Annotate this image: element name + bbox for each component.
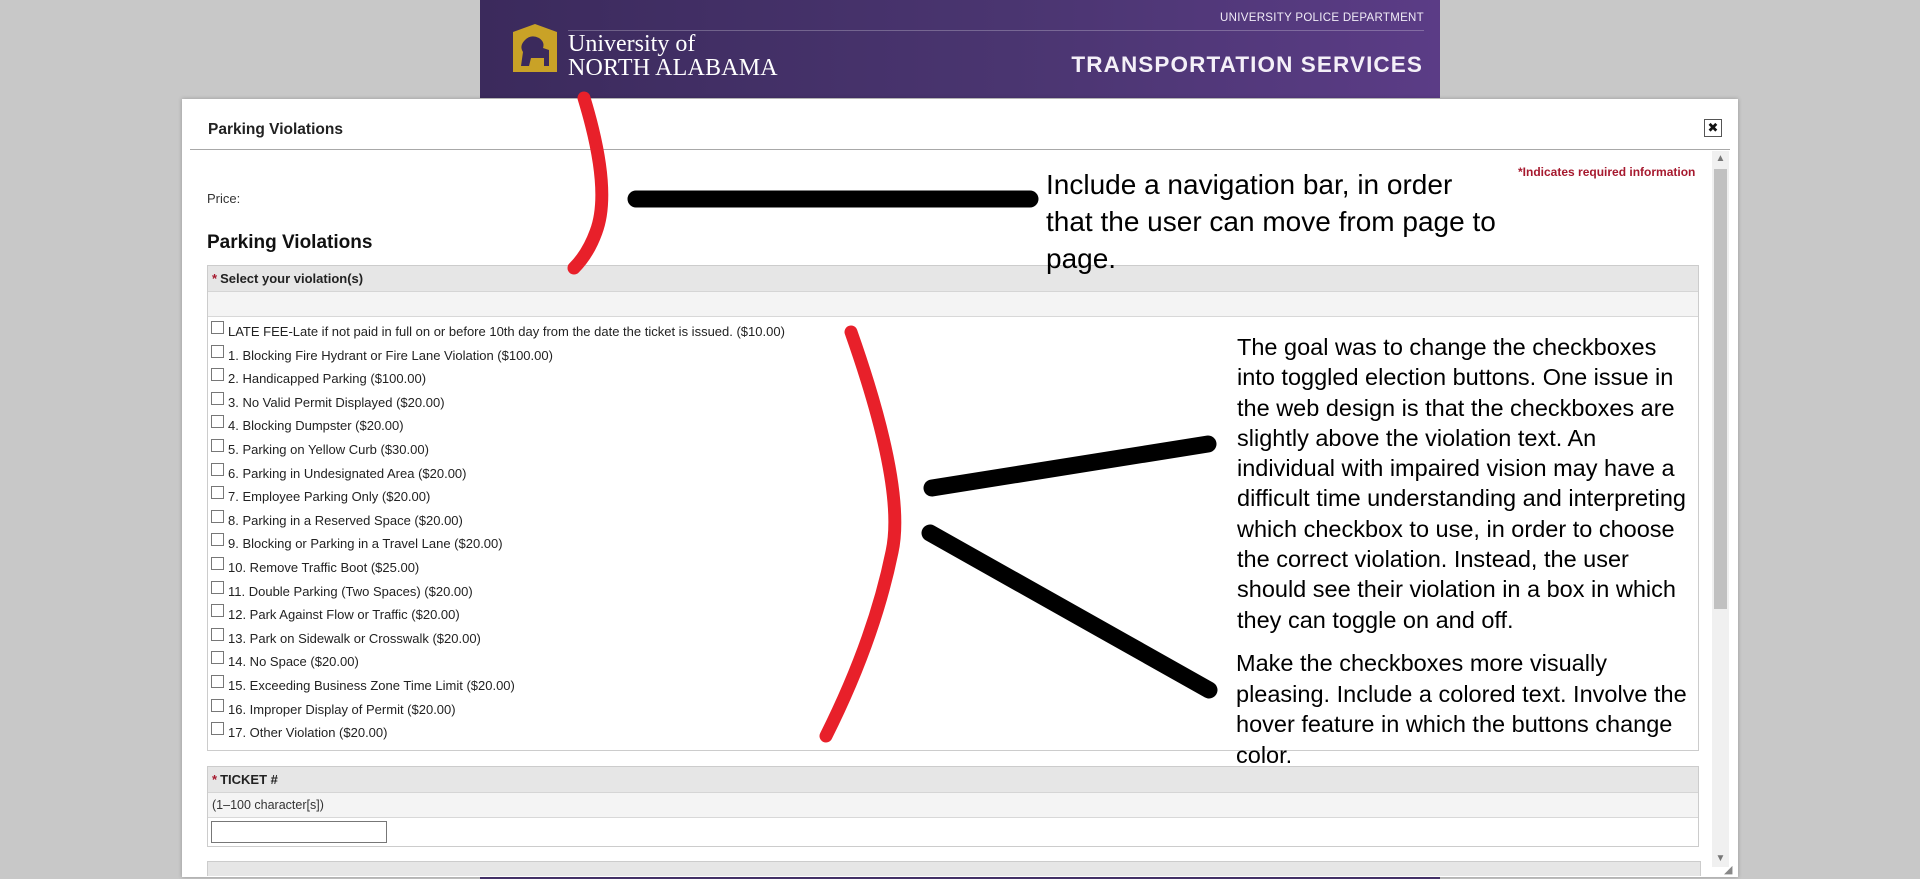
- violation-label: 3. No Valid Permit Displayed ($20.00): [228, 394, 445, 410]
- required-note: *Indicates required information: [1518, 165, 1696, 179]
- next-group-header: [207, 861, 1701, 876]
- violation-label: 8. Parking in a Reserved Space ($20.00): [228, 512, 463, 528]
- violation-item: 17. Other Violation ($20.00): [211, 722, 1698, 746]
- violation-item: 11. Double Parking (Two Spaces) ($20.00): [211, 580, 1698, 605]
- violation-label: 4. Blocking Dumpster ($20.00): [228, 418, 404, 434]
- violation-item: 16. Improper Display of Permit ($20.00): [211, 698, 1698, 723]
- violation-item: 3. No Valid Permit Displayed ($20.00): [211, 391, 1698, 416]
- lion-logo-icon: [513, 24, 557, 72]
- violation-checkbox[interactable]: [211, 344, 224, 358]
- violation-checkbox[interactable]: [211, 415, 224, 429]
- parking-violations-modal: Parking Violations ✖ *Indicates required…: [182, 99, 1738, 877]
- violation-label: 16. Improper Display of Permit ($20.00): [228, 701, 456, 717]
- violation-item: 9. Blocking or Parking in a Travel Lane …: [211, 533, 1698, 557]
- ticket-label-text: TICKET #: [220, 772, 278, 787]
- ticket-group-label: * TICKET #: [208, 767, 1698, 793]
- header-banner: University of NORTH ALABAMA UNIVERSITY P…: [480, 0, 1440, 98]
- violation-label: 11. Double Parking (Two Spaces) ($20.00): [228, 583, 473, 599]
- violation-checkbox[interactable]: [211, 627, 224, 641]
- violation-item: 8. Parking in a Reserved Space ($20.00): [211, 509, 1698, 534]
- violation-checkbox[interactable]: [211, 674, 224, 688]
- violation-label: 12. Park Against Flow or Traffic ($20.00…: [228, 607, 460, 623]
- violation-checkbox[interactable]: [211, 722, 224, 736]
- violation-item: 6. Parking in Undesignated Area ($20.00): [211, 462, 1698, 487]
- violation-label: 13. Park on Sidewalk or Crosswalk ($20.0…: [228, 630, 481, 646]
- violation-checkbox[interactable]: [211, 438, 224, 452]
- violation-item: 7. Employee Parking Only ($20.00): [211, 486, 1698, 510]
- modal-content: *Indicates required information Price: P…: [182, 99, 1712, 877]
- required-star: *: [212, 772, 218, 787]
- section-heading: Parking Violations: [207, 232, 373, 253]
- violation-checkbox[interactable]: [211, 533, 224, 547]
- violation-item: 15. Exceeding Business Zone Time Limit (…: [211, 674, 1698, 699]
- violation-checkbox[interactable]: [211, 368, 224, 382]
- violation-checkbox[interactable]: [211, 509, 224, 523]
- violation-checkbox[interactable]: [211, 698, 224, 712]
- violation-item: 2. Handicapped Parking ($100.00): [211, 368, 1698, 392]
- violation-item: 12. Park Against Flow or Traffic ($20.00…: [211, 604, 1698, 628]
- scroll-up-icon[interactable]: ▲: [1712, 151, 1729, 167]
- violation-label: 5. Parking on Yellow Curb ($30.00): [228, 441, 429, 457]
- violation-checkbox[interactable]: [211, 486, 224, 500]
- violations-group: * Select your violation(s) LATE FEE-Late …: [207, 265, 1699, 751]
- violation-item: LATE FEE-Late if not paid in full on or …: [211, 321, 1698, 345]
- university-name: University of NORTH ALABAMA: [568, 32, 778, 80]
- violation-item: 5. Parking on Yellow Curb ($30.00): [211, 438, 1698, 463]
- violations-list: LATE FEE-Late if not paid in full on or …: [208, 317, 1698, 748]
- violations-label-text: Select your violation(s): [220, 271, 364, 286]
- university-of: University of: [568, 31, 696, 57]
- violation-item: 14. No Space ($20.00): [211, 651, 1698, 675]
- violation-label: 1. Blocking Fire Hydrant or Fire Lane Vi…: [228, 347, 553, 363]
- violation-item: 13. Park on Sidewalk or Crosswalk ($20.0…: [211, 627, 1698, 652]
- violation-label: 7. Employee Parking Only ($20.00): [228, 489, 431, 505]
- violation-item: 1. Blocking Fire Hydrant or Fire Lane Vi…: [211, 344, 1698, 369]
- resize-grip-icon[interactable]: ◢: [1724, 863, 1732, 876]
- university-na: NORTH ALABAMA: [568, 55, 778, 81]
- ticket-hint: (1–100 character[s]): [208, 793, 1698, 818]
- department-name: UNIVERSITY POLICE DEPARTMENT: [1220, 12, 1424, 24]
- vertical-scrollbar[interactable]: ▲ ▼: [1712, 151, 1729, 867]
- violation-label: 17. Other Violation ($20.00): [228, 725, 388, 741]
- violation-label: 10. Remove Traffic Boot ($25.00): [228, 559, 420, 575]
- violation-label: 9. Blocking or Parking in a Travel Lane …: [228, 536, 503, 552]
- violation-checkbox[interactable]: [211, 556, 224, 570]
- violation-label: LATE FEE-Late if not paid in full on or …: [228, 324, 785, 339]
- ticket-group: * TICKET # (1–100 character[s]): [207, 766, 1699, 847]
- violation-checkbox[interactable]: [211, 651, 224, 665]
- violation-checkbox[interactable]: [211, 580, 224, 594]
- violation-label: 15. Exceeding Business Zone Time Limit (…: [228, 677, 515, 693]
- violations-subheader: [208, 292, 1698, 317]
- scroll-thumb[interactable]: [1714, 169, 1727, 609]
- violation-item: 4. Blocking Dumpster ($20.00): [211, 415, 1698, 439]
- violation-item: 10. Remove Traffic Boot ($25.00): [211, 556, 1698, 581]
- violation-label: 2. Handicapped Parking ($100.00): [228, 371, 427, 387]
- violation-checkbox[interactable]: [211, 321, 224, 334]
- violation-checkbox[interactable]: [211, 604, 224, 618]
- price-label: Price:: [207, 191, 241, 206]
- violation-label: 14. No Space ($20.00): [228, 654, 359, 670]
- violation-checkbox[interactable]: [211, 391, 224, 405]
- service-name: TRANSPORTATION SERVICES: [1071, 52, 1423, 77]
- violation-label: 6. Parking in Undesignated Area ($20.00): [228, 465, 467, 481]
- banner-rule: [568, 30, 1424, 31]
- violations-group-label: * Select your violation(s): [208, 266, 1698, 292]
- violation-checkbox[interactable]: [211, 462, 224, 476]
- ticket-number-input[interactable]: [211, 821, 387, 843]
- required-star: *: [212, 271, 218, 286]
